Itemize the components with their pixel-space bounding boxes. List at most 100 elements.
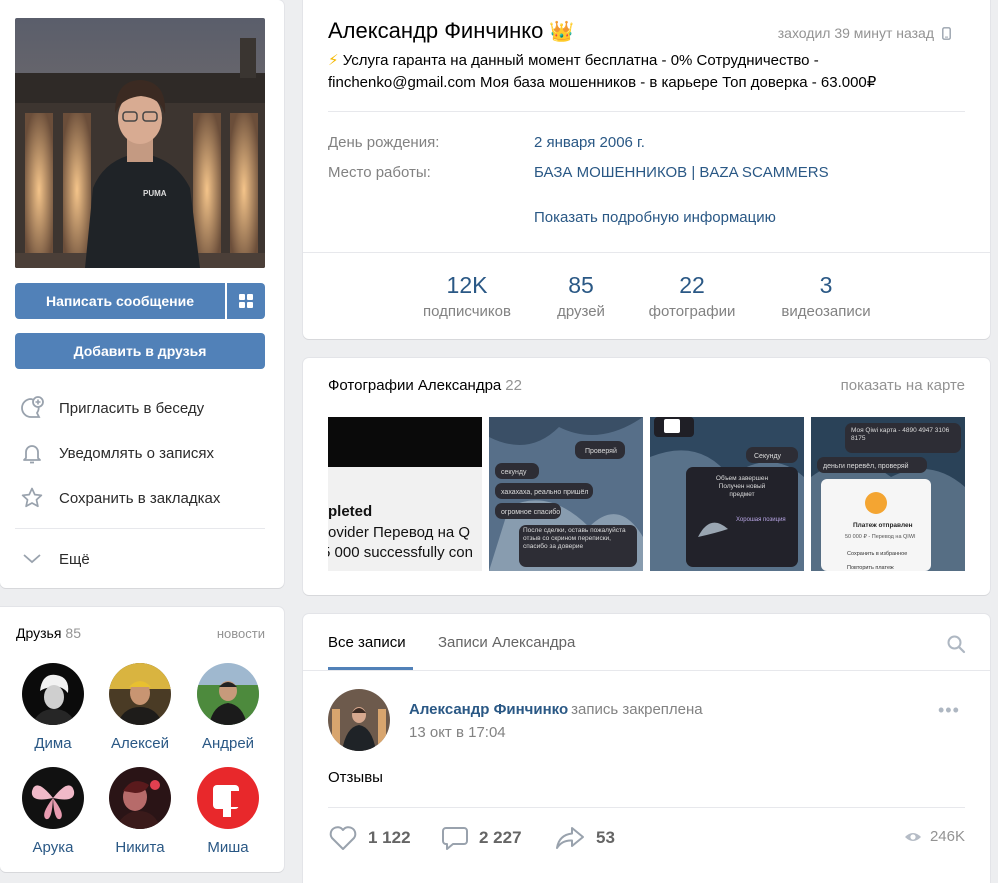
counter-number: 3 [819, 272, 833, 298]
thumb-text: 50 000 ₽ - Перевод на QIWI [845, 533, 916, 540]
photo-thumbnail[interactable]: Секунду Объем завершен Получен новый пре… [650, 417, 804, 571]
friend-avatar [22, 767, 84, 829]
comment-count: 2 227 [479, 828, 522, 847]
thumb-text: Моя Qiwi карта - 4890 4947 3106 8175 [851, 427, 950, 442]
thumb-text: секунду [501, 469, 527, 476]
counter-caption: видеозаписи [781, 303, 871, 320]
thumb-text: деньги перевёл, проверяй [823, 462, 909, 470]
counter-photos[interactable]: 22 фотографии [641, 272, 743, 320]
views-count: 246K [929, 828, 965, 845]
notify-posts-item[interactable]: Уведомлять о записях [18, 438, 214, 468]
birthday-value[interactable]: 2 января 2006 г. [534, 134, 645, 151]
profile-name: Александр Финчинко 👑 [328, 18, 574, 44]
crown-icon: 👑 [549, 21, 575, 43]
thumb-text: Сохранить в избранное [847, 551, 907, 557]
thumb-text: Секунду [754, 453, 782, 460]
thumb-text: Повторить платеж [847, 565, 894, 571]
friend-item[interactable]: Андрей [188, 663, 268, 752]
save-bookmark-label: Сохранить в закладках [59, 489, 221, 507]
like-button[interactable]: 1 122 [328, 825, 411, 851]
friend-avatar [22, 663, 84, 725]
thumb-text: Платеж отправлен [853, 522, 913, 529]
counter-caption: подписчиков [423, 303, 511, 320]
thumb-text: Хорошая позиция [736, 517, 786, 523]
counter-videos[interactable]: 3 видеозаписи [771, 272, 881, 320]
send-gift-button[interactable] [227, 283, 265, 319]
invite-to-chat-label: Пригласить в беседу [59, 399, 205, 417]
friend-item[interactable]: Миша [188, 767, 268, 856]
photos-title: Фотографии Александра [328, 377, 502, 394]
svg-text:PUMA: PUMA [143, 189, 167, 198]
friend-avatar [197, 663, 259, 725]
friend-name: Алексей [110, 735, 170, 752]
post-author-name[interactable]: Александр Финчинко [409, 701, 568, 718]
counters-divider [303, 252, 990, 253]
gift-icon [239, 294, 253, 308]
show-details-link[interactable]: Показать подробную информацию [534, 209, 776, 226]
thumb-text: ovider Перевод на Q [328, 524, 470, 541]
friend-name: Дима [34, 735, 72, 752]
photo-thumbnail[interactable]: pleted ovider Перевод на Q 5 000 success… [328, 417, 482, 571]
share-icon [556, 827, 584, 849]
workplace-value[interactable]: БАЗА МОШЕННИКОВ | BAZA SCAMMERS [534, 164, 829, 181]
notify-posts-label: Уведомлять о записях [59, 444, 214, 462]
post-pinned-label: запись закреплена [571, 701, 703, 718]
more-item[interactable]: Ещё [18, 544, 90, 574]
friend-name: Миша [207, 839, 249, 856]
add-friend-button[interactable]: Добавить в друзья [15, 333, 265, 369]
views-counter: 246K [904, 828, 965, 845]
counter-number: 85 [568, 272, 594, 298]
friend-item[interactable]: Алексей [100, 663, 180, 752]
counter-number: 22 [679, 272, 705, 298]
friend-avatar [109, 663, 171, 725]
photo-thumbnail[interactable]: Моя Qiwi карта - 4890 4947 3106 8175 ден… [811, 417, 965, 571]
search-icon [947, 635, 966, 654]
comment-icon [442, 827, 468, 850]
profile-avatar[interactable]: PUMA [15, 18, 265, 268]
birthday-label: День рождения: [328, 134, 440, 151]
counter-caption: друзей [557, 303, 605, 320]
friend-item[interactable]: Дима [13, 663, 93, 752]
post-text: Отзывы [328, 769, 383, 786]
post-author-avatar[interactable] [328, 689, 390, 751]
tab-all-posts[interactable]: Все записи [328, 634, 406, 651]
counter-friends[interactable]: 85 друзей [541, 272, 621, 320]
friend-avatar [109, 767, 171, 829]
friends-header[interactable]: Друзья 85 [16, 625, 81, 641]
thumb-text: Объем завершен Получен новый предмет [715, 475, 769, 498]
chat-plus-icon [18, 394, 46, 422]
comment-button[interactable]: 2 227 [441, 825, 522, 851]
online-status: заходил 39 минут назад [778, 25, 951, 41]
send-message-button[interactable]: Написать сообщение [15, 283, 225, 319]
thumb-text: огромное спасибо [501, 508, 560, 516]
counter-subscribers[interactable]: 12K подписчиков [412, 272, 522, 320]
friend-name: Никита [115, 839, 165, 856]
thumb-text: pleted [328, 503, 372, 520]
friends-title: Друзья [16, 625, 62, 641]
post-date[interactable]: 13 окт в 17:04 [409, 724, 506, 741]
eye-icon [904, 832, 921, 841]
save-bookmark-item[interactable]: Сохранить в закладках [18, 483, 220, 513]
thumb-text: После сделки, оставь пожалуйста отзыв со… [523, 527, 626, 550]
photo-thumbnail[interactable]: Проверяй секунду хахахаха, реально пришё… [489, 417, 643, 571]
bell-icon [18, 439, 46, 467]
profile-status-text: Услуга гаранта на данный момент бесплатн… [328, 52, 877, 91]
thumb-text: хахахаха, реально пришёл [501, 489, 588, 496]
friend-avatar [197, 767, 259, 829]
invite-to-chat-item[interactable]: Пригласить в беседу [18, 393, 204, 423]
photos-header[interactable]: Фотографии Александра 22 [328, 377, 522, 394]
friends-news-link[interactable]: новости [217, 626, 265, 641]
online-status-text: заходил 39 минут назад [777, 25, 934, 41]
tab-owner-posts[interactable]: Записи Александра [438, 634, 575, 651]
share-button[interactable]: 53 [554, 825, 615, 851]
star-icon [18, 484, 46, 512]
thumb-text: Проверяй [585, 447, 617, 455]
chevron-down-icon [18, 545, 46, 573]
friend-item[interactable]: Никита [100, 767, 180, 856]
wall-search-button[interactable] [946, 634, 966, 657]
post-more-icon[interactable]: ••• [938, 700, 960, 721]
friend-name: Арука [32, 839, 74, 856]
friend-item[interactable]: Арука [13, 767, 93, 856]
show-on-map-link[interactable]: показать на карте [841, 377, 965, 394]
post-divider [328, 807, 965, 808]
